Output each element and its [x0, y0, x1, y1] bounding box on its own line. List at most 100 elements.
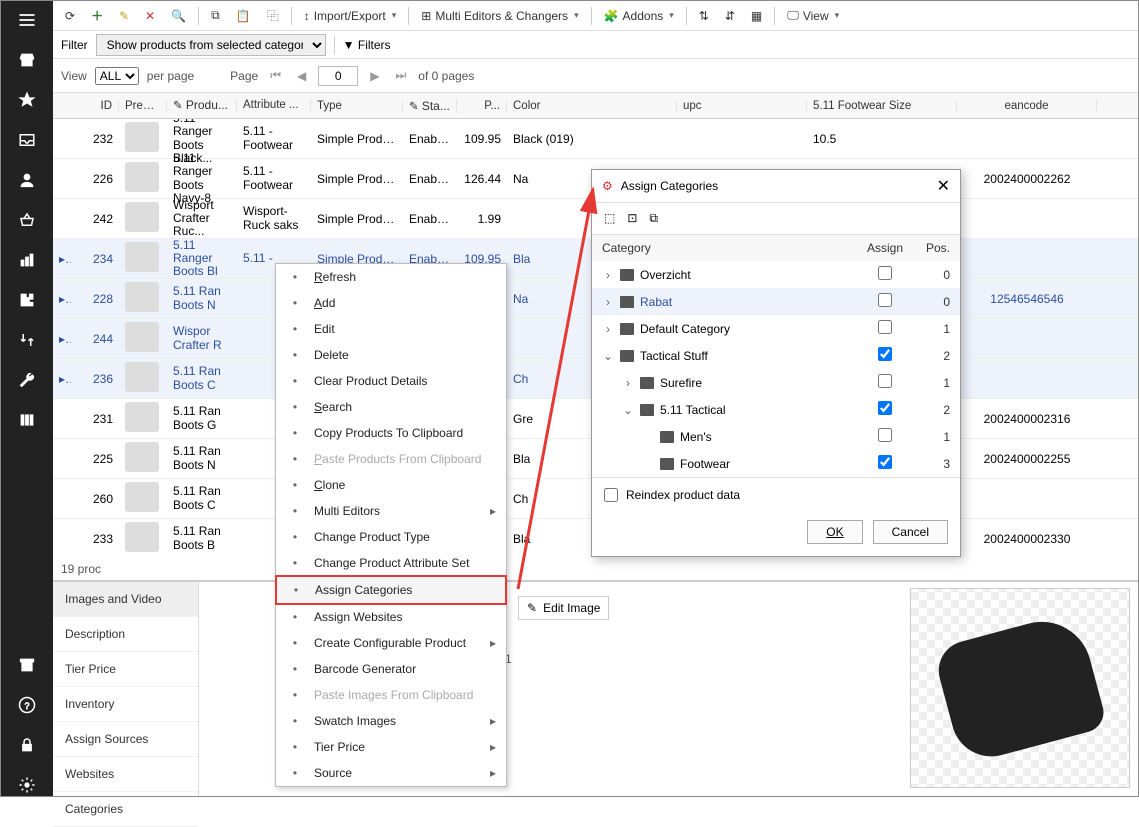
edit-button[interactable]: ✎ — [115, 7, 133, 25]
assign-checkbox[interactable] — [878, 293, 892, 307]
ok-button[interactable]: OK — [807, 520, 862, 544]
last-page-button[interactable]: ⏭ — [391, 68, 410, 83]
category-row[interactable]: ⌄Tactical Stuff2 — [592, 342, 960, 369]
ctx-edit[interactable]: •Edit — [276, 316, 506, 342]
ctx-swatch-images[interactable]: •Swatch Images — [276, 708, 506, 734]
ctx-assign-websites[interactable]: •Assign Websites — [276, 604, 506, 630]
col-id[interactable]: ID — [71, 100, 119, 112]
ctx-tier-price[interactable]: •Tier Price — [276, 734, 506, 760]
ctx-refresh[interactable]: •Refresh — [276, 264, 506, 290]
ctx-create-configurable-product[interactable]: •Create Configurable Product — [276, 630, 506, 656]
view-menu[interactable]: 🖵 View — [783, 6, 843, 25]
close-icon[interactable]: ✕ — [937, 176, 950, 196]
tab-description[interactable]: Description — [53, 617, 198, 652]
col-preview[interactable]: Preview — [119, 100, 167, 112]
help-icon[interactable]: ? — [16, 694, 38, 716]
col-status[interactable]: ✎ Sta... — [403, 99, 457, 113]
tab-inventory[interactable]: Inventory — [53, 687, 198, 722]
copy-tree-icon[interactable]: ⧉ — [649, 211, 658, 226]
lock-icon[interactable] — [16, 734, 38, 756]
filter-bar: Filter Show products from selected categ… — [53, 31, 1138, 59]
add-button[interactable]: ＋ — [87, 5, 107, 26]
settings-icon[interactable] — [16, 774, 38, 796]
category-row[interactable]: ›Overzicht0 — [592, 261, 960, 288]
ctx-search[interactable]: •Search — [276, 394, 506, 420]
basket-icon[interactable] — [16, 209, 38, 231]
category-row[interactable]: ›Surefire1 — [592, 369, 960, 396]
multi-editors-menu[interactable]: ⊞ Multi Editors & Changers — [417, 7, 582, 25]
select-all-icon[interactable]: ⬚ — [604, 211, 615, 226]
filters-button[interactable]: ▼ Filters — [343, 38, 391, 52]
ctx-copy-products-to-clipboard[interactable]: •Copy Products To Clipboard — [276, 420, 506, 446]
ctx-barcode-generator[interactable]: •Barcode Generator — [276, 656, 506, 682]
tab-images-and-video[interactable]: Images and Video — [53, 582, 198, 617]
edit-image-button[interactable]: ✎ Edit Image — [518, 596, 609, 620]
inbox-icon[interactable] — [16, 129, 38, 151]
assign-checkbox[interactable] — [878, 320, 892, 334]
category-row[interactable]: Footwear3 — [592, 450, 960, 477]
refresh-button[interactable]: ⟳ — [61, 7, 79, 25]
star-icon[interactable] — [16, 89, 38, 111]
ctx-change-product-attribute-set[interactable]: •Change Product Attribute Set — [276, 550, 506, 576]
col-price[interactable]: P... — [457, 100, 507, 112]
archive-icon[interactable] — [16, 654, 38, 676]
category-row[interactable]: ›Rabat0 — [592, 288, 960, 315]
paste-button[interactable]: 📋 — [232, 7, 255, 25]
assign-checkbox[interactable] — [878, 347, 892, 361]
category-row[interactable]: ›Default Category1 — [592, 315, 960, 342]
ctx-delete[interactable]: •Delete — [276, 342, 506, 368]
col-ean[interactable]: eancode — [957, 100, 1097, 112]
transfer-icon[interactable] — [16, 329, 38, 351]
ctx-change-product-type[interactable]: •Change Product Type — [276, 524, 506, 550]
tool-icon-3[interactable]: ▦ — [747, 7, 766, 25]
ctx-source[interactable]: •Source — [276, 760, 506, 786]
columns-icon[interactable] — [16, 409, 38, 431]
cancel-button[interactable]: Cancel — [873, 520, 948, 544]
filter-select[interactable]: Show products from selected categories — [96, 34, 326, 56]
page-label: Page — [230, 69, 258, 83]
first-page-button[interactable]: ⏮ — [266, 68, 285, 83]
page-input[interactable] — [318, 66, 358, 86]
category-row[interactable]: Men's1 — [592, 423, 960, 450]
per-page-select[interactable]: ALL — [95, 67, 139, 85]
copy-button[interactable]: ⧉ — [207, 6, 224, 25]
tool-icon-2[interactable]: ⇵ — [721, 7, 739, 25]
col-upc[interactable]: upc — [677, 100, 807, 112]
delete-button[interactable]: ✕ — [141, 7, 159, 25]
assign-checkbox[interactable] — [878, 455, 892, 469]
prev-page-button[interactable]: ◀ — [293, 69, 310, 83]
clone-button[interactable]: ⿻ — [263, 5, 283, 26]
assign-checkbox[interactable] — [878, 401, 892, 415]
tool-icon-1[interactable]: ⇅ — [695, 7, 713, 25]
col-color[interactable]: Color — [507, 100, 677, 112]
tab-websites[interactable]: Websites — [53, 757, 198, 792]
search-button[interactable]: 🔍 — [167, 7, 190, 25]
wrench-icon[interactable] — [16, 369, 38, 391]
addons-menu[interactable]: 🧩 Addons — [600, 7, 678, 25]
deselect-all-icon[interactable]: ⊡ — [627, 211, 637, 226]
puzzle-icon[interactable] — [16, 289, 38, 311]
ctx-multi-editors[interactable]: •Multi Editors — [276, 498, 506, 524]
col-attr[interactable]: Attribute ... — [237, 99, 311, 112]
import-export-menu[interactable]: ↕ Import/Export — [300, 7, 401, 25]
assign-checkbox[interactable] — [878, 266, 892, 280]
menu-icon[interactable] — [16, 9, 38, 31]
store-icon[interactable] — [16, 49, 38, 71]
category-row[interactable]: ⌄5.11 Tactical2 — [592, 396, 960, 423]
ctx-clear-product-details[interactable]: •Clear Product Details — [276, 368, 506, 394]
col-size[interactable]: 5.11 Footwear Size — [807, 100, 957, 112]
tab-assign-sources[interactable]: Assign Sources — [53, 722, 198, 757]
ctx-assign-categories[interactable]: •Assign Categories — [275, 575, 507, 605]
next-page-button[interactable]: ▶ — [366, 69, 383, 83]
tab-tier-price[interactable]: Tier Price — [53, 652, 198, 687]
col-name[interactable]: ✎ Produ... — [167, 99, 237, 113]
assign-checkbox[interactable] — [878, 428, 892, 442]
ctx-clone[interactable]: •Clone — [276, 472, 506, 498]
col-type[interactable]: Type — [311, 100, 403, 112]
reindex-checkbox[interactable] — [604, 488, 618, 502]
assign-checkbox[interactable] — [878, 374, 892, 388]
chart-icon[interactable] — [16, 249, 38, 271]
ctx-add[interactable]: •Add — [276, 290, 506, 316]
tab-categories[interactable]: Categories — [53, 792, 198, 827]
user-icon[interactable] — [16, 169, 38, 191]
